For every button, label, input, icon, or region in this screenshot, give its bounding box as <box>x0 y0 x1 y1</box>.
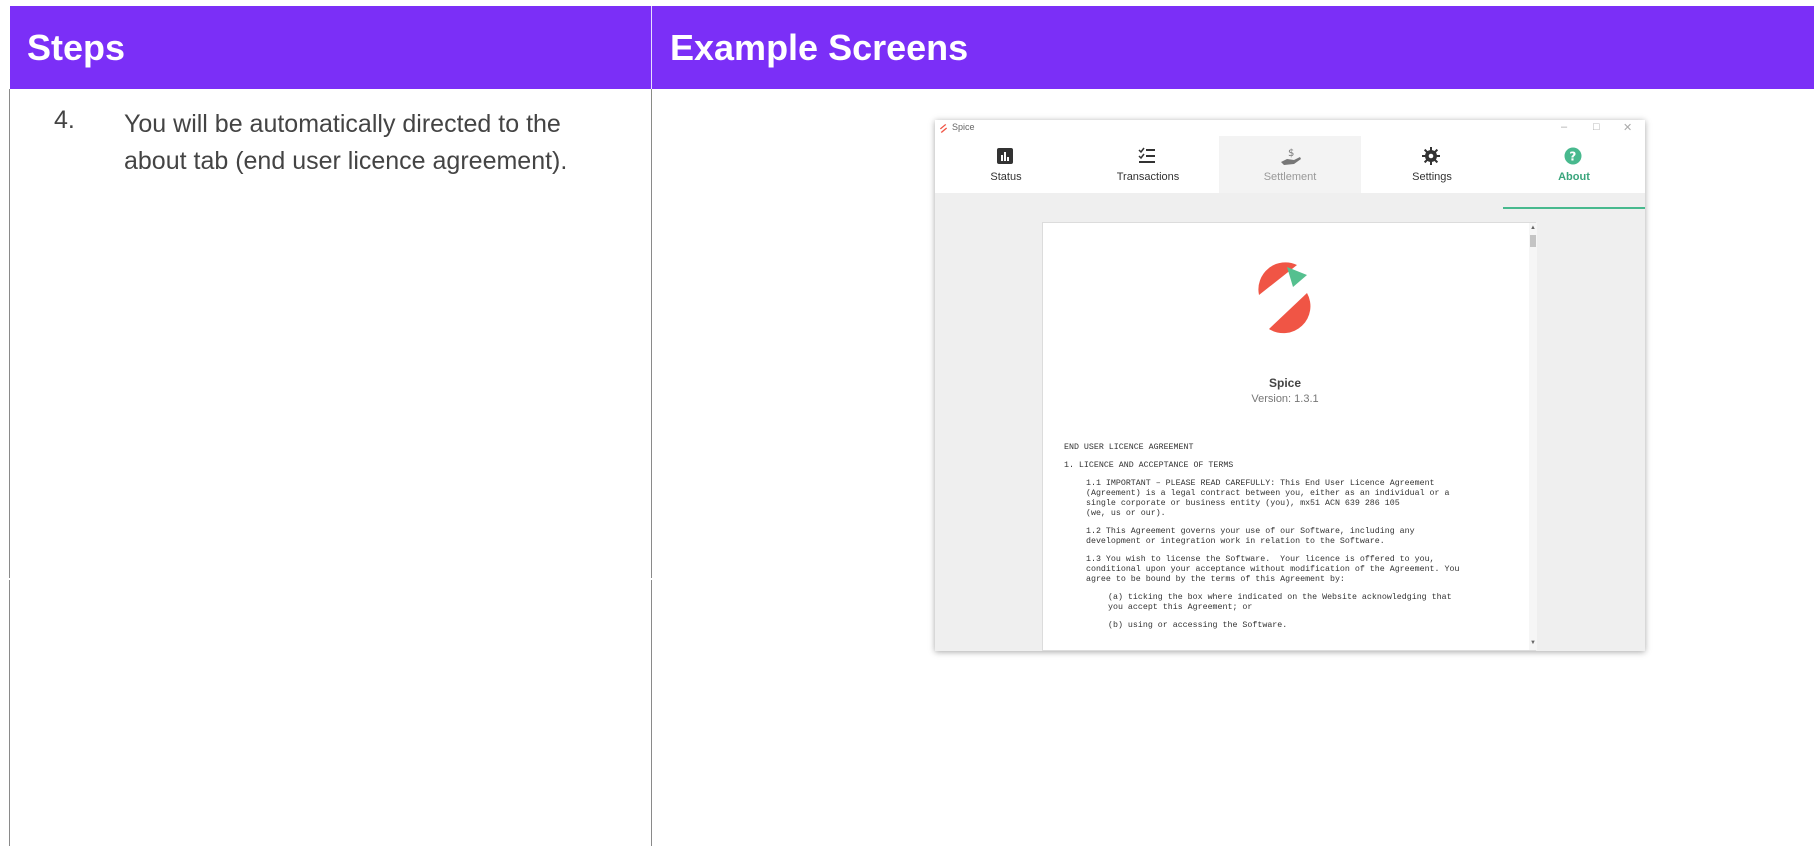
hand-dollar-icon: $ <box>1281 148 1301 165</box>
scrollbar-thumb[interactable] <box>1530 235 1536 247</box>
tab-label: Transactions <box>1116 171 1180 183</box>
example-screens-header: Example Screens <box>670 27 969 68</box>
tab-label: About <box>1558 171 1590 183</box>
spice-logo-icon <box>939 123 948 133</box>
step-text: You will be automatically directed to th… <box>124 110 568 175</box>
table-column-divider <box>651 89 652 578</box>
eula-clause-b: (b) using or accessing the Software. <box>1108 621 1288 630</box>
maximize-button[interactable]: □ <box>1593 121 1600 133</box>
eula-text: END USER LICENCE AGREEMENT 1. LICENCE AN… <box>1064 443 1504 639</box>
spice-logo-icon <box>1258 262 1311 334</box>
eula-section-1: 1. LICENCE AND ACCEPTANCE OF TERMS <box>1064 461 1234 470</box>
product-version: Version: 1.3.1 <box>1251 393 1319 405</box>
product-name: Spice <box>1268 376 1301 390</box>
tab-label: Status <box>990 171 1022 183</box>
scroll-down-arrow-icon[interactable]: ▼ <box>1530 640 1536 646</box>
window-title: Spice <box>952 122 975 132</box>
checklist-icon <box>1138 147 1155 163</box>
tab-settings[interactable]: Settings <box>1361 136 1503 193</box>
eula-title: END USER LICENCE AGREEMENT <box>1064 443 1194 452</box>
title-bar: Spice – □ ✕ <box>935 120 1645 136</box>
table-header-row: Steps Example Screens <box>10 6 1814 89</box>
tab-label: Settings <box>1412 171 1452 183</box>
active-tab-indicator <box>1503 207 1645 209</box>
tab-status[interactable]: Status <box>935 136 1077 193</box>
table-left-border <box>9 89 10 578</box>
about-document-panel[interactable]: Spice Version: 1.3.1 END USER LICENCE AG… <box>1042 222 1537 651</box>
eula-clause-1-2: 1.2 This Agreement governs your use of o… <box>1086 527 1415 546</box>
eula-clause-1-3: 1.3 You wish to license the Software. Yo… <box>1086 555 1460 584</box>
steps-header: Steps <box>27 27 126 68</box>
tab-settlement[interactable]: $ Settlement <box>1219 136 1361 193</box>
bar-chart-icon <box>997 148 1013 164</box>
eula-clause-1-1: 1.1 IMPORTANT – PLEASE READ CAREFULLY: T… <box>1086 479 1450 518</box>
table-column-divider-lower <box>651 580 652 846</box>
tab-transactions[interactable]: Transactions <box>1077 136 1219 193</box>
tab-about[interactable]: ? About <box>1503 136 1645 193</box>
step-number: 4. <box>54 106 75 134</box>
svg-text:$: $ <box>1288 148 1294 159</box>
gear-icon <box>1422 147 1440 165</box>
tab-label: Settlement <box>1263 171 1317 183</box>
table-left-border-lower <box>9 580 10 846</box>
minimize-button[interactable]: – <box>1561 121 1567 133</box>
close-button[interactable]: ✕ <box>1623 121 1632 134</box>
eula-clause-a: (a) ticking the box where indicated on t… <box>1108 593 1452 612</box>
header-divider <box>651 6 652 89</box>
question-circle-icon: ? <box>1564 147 1582 165</box>
scroll-up-arrow-icon[interactable]: ▲ <box>1530 225 1536 231</box>
spice-app-window: Spice – □ ✕ Status Transactions $ Settle… <box>935 120 1645 651</box>
tab-bar: Status Transactions $ Settlement Setting… <box>935 136 1645 209</box>
svg-text:?: ? <box>1569 150 1576 164</box>
vertical-scrollbar[interactable]: ▲ ▼ <box>1529 223 1537 650</box>
